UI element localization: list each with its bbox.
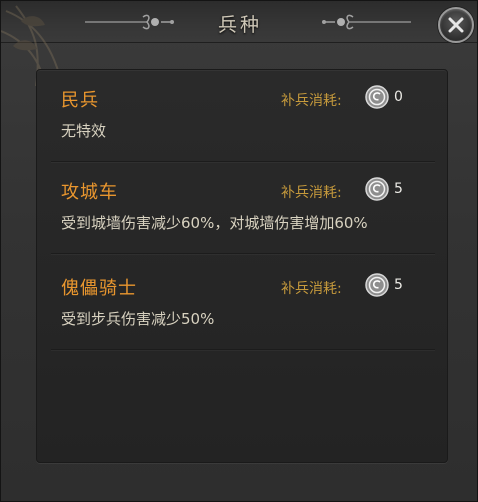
cost-value: 5 bbox=[394, 181, 403, 197]
close-x-icon bbox=[448, 17, 464, 33]
troop-row-militia: 民兵 无特效 补兵消耗: 0 bbox=[51, 70, 435, 162]
cost-label: 补兵消耗: bbox=[281, 93, 342, 109]
troop-name: 傀儡骑士 bbox=[61, 278, 137, 299]
troop-type-window: 兵种 民兵 无特效 补兵消耗: 0 攻城车 受到城墙伤害减少60%，对城墙伤害增… bbox=[0, 0, 478, 502]
silver-coin-icon bbox=[365, 85, 389, 109]
title-ornament-right-icon bbox=[322, 14, 411, 30]
troop-name: 民兵 bbox=[61, 90, 99, 111]
silver-coin-icon bbox=[365, 177, 389, 201]
troop-row-golem-knight: 傀儡骑士 受到步兵伤害减少50% 补兵消耗: 5 bbox=[51, 258, 435, 350]
silver-coin-icon bbox=[365, 273, 389, 297]
cost-value: 0 bbox=[394, 89, 403, 105]
troop-list-panel: 民兵 无特效 补兵消耗: 0 攻城车 受到城墙伤害减少60%，对城墙伤害增加60… bbox=[36, 69, 448, 463]
cost-value: 5 bbox=[394, 277, 403, 293]
title-bar: 兵种 bbox=[1, 1, 477, 90]
troop-description: 受到城墙伤害减少60%，对城墙伤害增加60% bbox=[61, 214, 368, 232]
cost-label: 补兵消耗: bbox=[281, 185, 342, 201]
close-button[interactable] bbox=[438, 7, 474, 43]
cost-label: 补兵消耗: bbox=[281, 281, 342, 297]
troop-name: 攻城车 bbox=[61, 182, 118, 203]
troop-description: 无特效 bbox=[61, 122, 107, 140]
troop-description: 受到步兵伤害减少50% bbox=[61, 310, 215, 328]
troop-row-siege-cart: 攻城车 受到城墙伤害减少60%，对城墙伤害增加60% 补兵消耗: 5 bbox=[51, 162, 435, 254]
